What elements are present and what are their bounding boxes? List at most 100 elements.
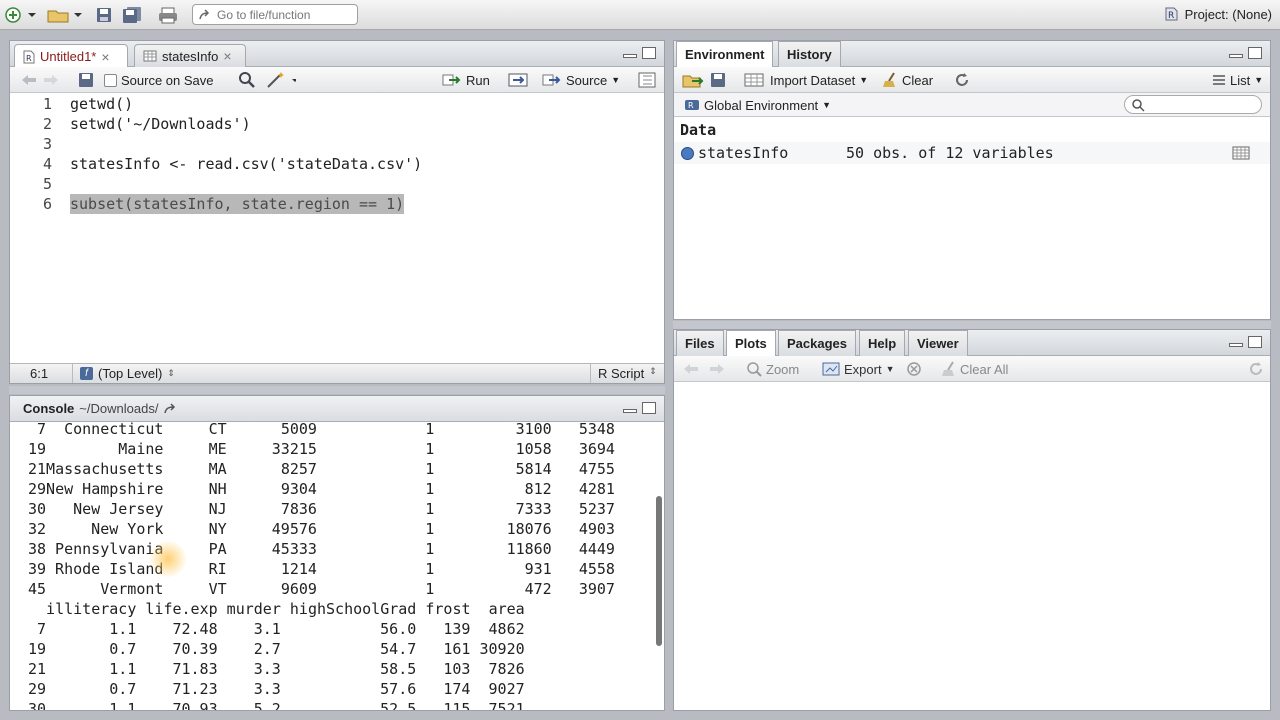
project-menu[interactable]: R Project: (None) — [1163, 6, 1272, 22]
dropdown-arrow-icon[interactable]: ▼ — [611, 75, 620, 85]
plots-window-controls — [1229, 336, 1262, 348]
line-number: 6 — [42, 195, 52, 213]
tab-history[interactable]: History — [778, 41, 841, 67]
scope-selector[interactable]: f (Top Level) ⇕ — [80, 366, 175, 381]
console-cell: 57.6 — [380, 680, 417, 698]
minimize-icon[interactable] — [1229, 343, 1243, 347]
tab-environment[interactable]: Environment — [676, 41, 774, 67]
tab-plots[interactable]: Plots — [726, 330, 776, 356]
forward-arrow-icon[interactable] — [42, 71, 60, 89]
console-cell: MA — [208, 460, 227, 478]
save-all-icon[interactable] — [120, 5, 146, 25]
console-cell: 4558 — [578, 560, 615, 578]
console-cell: New Hampshire — [46, 480, 164, 498]
save-workspace-icon[interactable] — [710, 71, 726, 89]
console-cell: NH — [208, 480, 227, 498]
maximize-icon[interactable] — [1248, 47, 1262, 59]
prev-plot-icon[interactable] — [682, 360, 700, 378]
remove-plot-icon[interactable] — [906, 360, 922, 378]
tab-viewer[interactable]: Viewer — [908, 330, 968, 356]
checkbox-icon[interactable] — [104, 73, 117, 87]
clear-all-plots-button[interactable]: Clear All — [942, 360, 1008, 378]
plots-tabstrip: Files Plots Packages Help Viewer — [674, 330, 1270, 356]
save-icon[interactable] — [78, 71, 94, 89]
import-dataset-button[interactable]: Import Dataset ▼ — [744, 71, 868, 89]
env-search-input[interactable] — [1124, 95, 1262, 114]
source-on-save-label: Source on Save — [121, 72, 214, 88]
new-file-icon[interactable] — [4, 5, 38, 25]
console-cell: 1 — [425, 520, 435, 538]
save-icon[interactable] — [94, 5, 114, 25]
env-row-statesinfo[interactable]: statesInfo 50 obs. of 12 variables — [674, 142, 1270, 164]
code-area[interactable]: 1 getwd() 2 setwd('~/Downloads') 3 4 states… — [10, 94, 664, 366]
minimize-icon[interactable] — [623, 54, 637, 58]
console-cell: ME — [208, 440, 227, 458]
code-text: statesInfo <- read.csv('stateData.csv') — [70, 155, 423, 173]
console-title: Console — [23, 401, 75, 416]
console-cell: 19 — [28, 440, 47, 458]
print-icon[interactable] — [156, 5, 180, 25]
tab-files[interactable]: Files — [676, 330, 724, 356]
back-arrow-icon[interactable] — [20, 71, 38, 89]
rerun-icon[interactable] — [508, 71, 530, 89]
minimize-icon[interactable] — [623, 409, 637, 413]
code-tools-wand-icon[interactable] — [266, 71, 296, 89]
filetype-selector[interactable]: R Script ⇕ — [598, 366, 657, 381]
tab-files-label: Files — [685, 336, 715, 351]
export-button[interactable]: Export ▼ — [822, 360, 895, 378]
expand-icon[interactable] — [681, 147, 694, 160]
list-view-selector[interactable]: List ▼ — [1212, 71, 1263, 89]
refresh-icon[interactable] — [1248, 360, 1264, 378]
console-cell: 32 — [28, 520, 47, 538]
source-on-save-checkbox[interactable]: Source on Save — [104, 71, 214, 89]
load-workspace-icon[interactable] — [682, 71, 704, 89]
close-icon[interactable]: × — [223, 48, 231, 64]
view-table-icon[interactable] — [1232, 146, 1250, 160]
maximize-icon[interactable] — [1248, 336, 1262, 348]
console-cell: 18076 — [506, 520, 552, 538]
run-button[interactable]: Run — [442, 71, 490, 89]
outline-icon[interactable] — [638, 71, 656, 89]
console-output[interactable]: 7 Connecticut CT 5009 1 3100 5348 19 Maine ME 3321… — [10, 419, 652, 710]
maximize-icon[interactable] — [642, 47, 656, 59]
console-cell: 1 — [425, 540, 435, 558]
main-toolbar: Go to file/function R Project: (None) — [0, 0, 1280, 30]
right-splitter[interactable] — [673, 321, 1271, 329]
zoom-button[interactable]: Zoom — [746, 360, 799, 378]
console-cell: 2.7 — [253, 640, 281, 658]
navigate-arrow-icon[interactable] — [163, 402, 179, 415]
import-dataset-label: Import Dataset — [770, 72, 856, 88]
dropdown-arrow-icon: ▼ — [822, 100, 832, 110]
horizontal-splitter[interactable] — [9, 386, 665, 394]
console-scrollbar[interactable] — [656, 496, 662, 646]
console-cell: 5814 — [515, 460, 552, 478]
export-icon — [822, 362, 840, 376]
tab-untitled1[interactable]: R Untitled1* × — [14, 44, 128, 68]
tab-plots-label: Plots — [735, 336, 767, 351]
maximize-icon[interactable] — [642, 402, 656, 414]
console-cell: 70.39 — [172, 640, 218, 658]
console-cell: 30 — [28, 500, 47, 518]
next-plot-icon[interactable] — [708, 360, 726, 378]
code-text: setwd('~/Downloads') — [70, 115, 251, 133]
global-env-selector[interactable]: R Global Environment ▼ — [684, 96, 831, 114]
minimize-icon[interactable] — [1229, 54, 1243, 58]
environment-pane: Environment History Import Dataset ▼ Cle… — [673, 40, 1271, 320]
tab-help[interactable]: Help — [859, 330, 906, 356]
broom-icon — [883, 72, 895, 87]
source-button[interactable]: Source ▼ — [542, 71, 620, 89]
search-icon[interactable] — [238, 71, 256, 89]
console-cell: 5009 — [280, 420, 317, 438]
console-cell: 45 — [28, 580, 47, 598]
list-label: List — [1230, 72, 1251, 88]
goto-file-input[interactable]: Go to file/function — [192, 4, 358, 25]
tab-statesinfo[interactable]: statesInfo × — [134, 44, 246, 67]
run-label: Run — [466, 72, 490, 88]
close-icon[interactable]: × — [101, 49, 109, 65]
zoom-icon — [747, 362, 762, 377]
tab-packages[interactable]: Packages — [778, 330, 856, 356]
open-project-icon[interactable] — [46, 5, 82, 25]
refresh-icon[interactable] — [954, 71, 970, 89]
console-cell: 9609 — [280, 580, 317, 598]
clear-env-button[interactable]: Clear — [882, 71, 933, 89]
